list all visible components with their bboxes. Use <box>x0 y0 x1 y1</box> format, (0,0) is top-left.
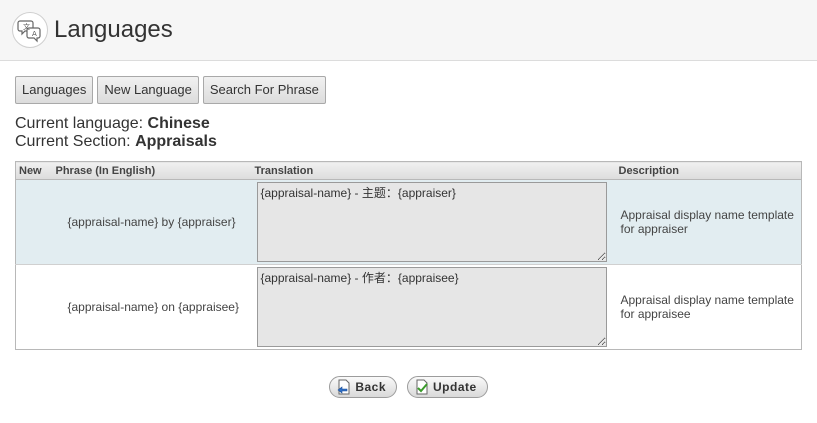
update-check-icon <box>416 379 428 395</box>
column-header-description: Description <box>615 161 802 180</box>
current-language-value: Chinese <box>147 115 210 132</box>
page-header: 文 A Languages <box>0 0 817 61</box>
current-section-value: Appraisals <box>135 133 217 150</box>
new-cell <box>15 264 53 350</box>
column-header-new: New <box>15 161 53 180</box>
tab-languages[interactable]: Languages <box>15 76 94 104</box>
phrase-text: {appraisal-name} on {appraisee} <box>67 300 239 314</box>
form-actions: Back Update <box>0 376 817 398</box>
current-language-label: Current language: <box>15 115 148 132</box>
new-cell <box>15 179 53 265</box>
back-arrow-icon <box>337 379 350 395</box>
translation-textarea[interactable]: {appraisal-name} - 作者：{appraisee} <box>256 267 607 347</box>
current-language-line: Current language: Chinese <box>15 115 217 133</box>
phrase-cell: {appraisal-name} on {appraisee} <box>52 264 252 350</box>
back-button[interactable]: Back <box>329 376 397 398</box>
update-button-label: Update <box>433 380 477 394</box>
tab-new-language[interactable]: New Language <box>97 76 199 104</box>
svg-text:文: 文 <box>23 22 30 31</box>
translation-textarea[interactable]: {appraisal-name} - 主题：{appraiser} <box>256 182 607 262</box>
svg-text:A: A <box>32 30 37 38</box>
description-cell: Appraisal display name template for appr… <box>615 179 802 265</box>
column-header-translation: Translation <box>251 161 616 180</box>
current-section-label: Current Section: <box>15 133 136 150</box>
phrase-cell: {appraisal-name} by {appraiser} <box>52 179 252 265</box>
translation-cell: {appraisal-name} - 作者：{appraisee} <box>251 264 616 350</box>
current-section-line: Current Section: Appraisals <box>15 133 217 151</box>
current-context-info: Current language: Chinese Current Sectio… <box>15 115 217 151</box>
phrase-text: {appraisal-name} by {appraiser} <box>67 215 236 229</box>
tab-bar: Languages New Language Search For Phrase <box>15 76 326 104</box>
update-button[interactable]: Update <box>407 376 488 398</box>
table-header-row: New Phrase (In English) Translation Desc… <box>15 161 802 180</box>
tab-search-for-phrase[interactable]: Search For Phrase <box>202 76 326 104</box>
translation-cell: {appraisal-name} - 主题：{appraiser} <box>251 179 616 265</box>
table-row: {appraisal-name} by {appraiser} {apprais… <box>15 179 802 265</box>
phrases-table: New Phrase (In English) Translation Desc… <box>15 161 802 350</box>
table-row: {appraisal-name} on {appraisee} {apprais… <box>15 264 802 350</box>
back-button-label: Back <box>355 380 386 394</box>
page-title: Languages <box>54 16 173 43</box>
speech-bubbles-translate-icon: 文 A <box>12 12 48 48</box>
description-cell: Appraisal display name template for appr… <box>615 264 802 350</box>
column-header-phrase: Phrase (In English) <box>52 161 252 180</box>
